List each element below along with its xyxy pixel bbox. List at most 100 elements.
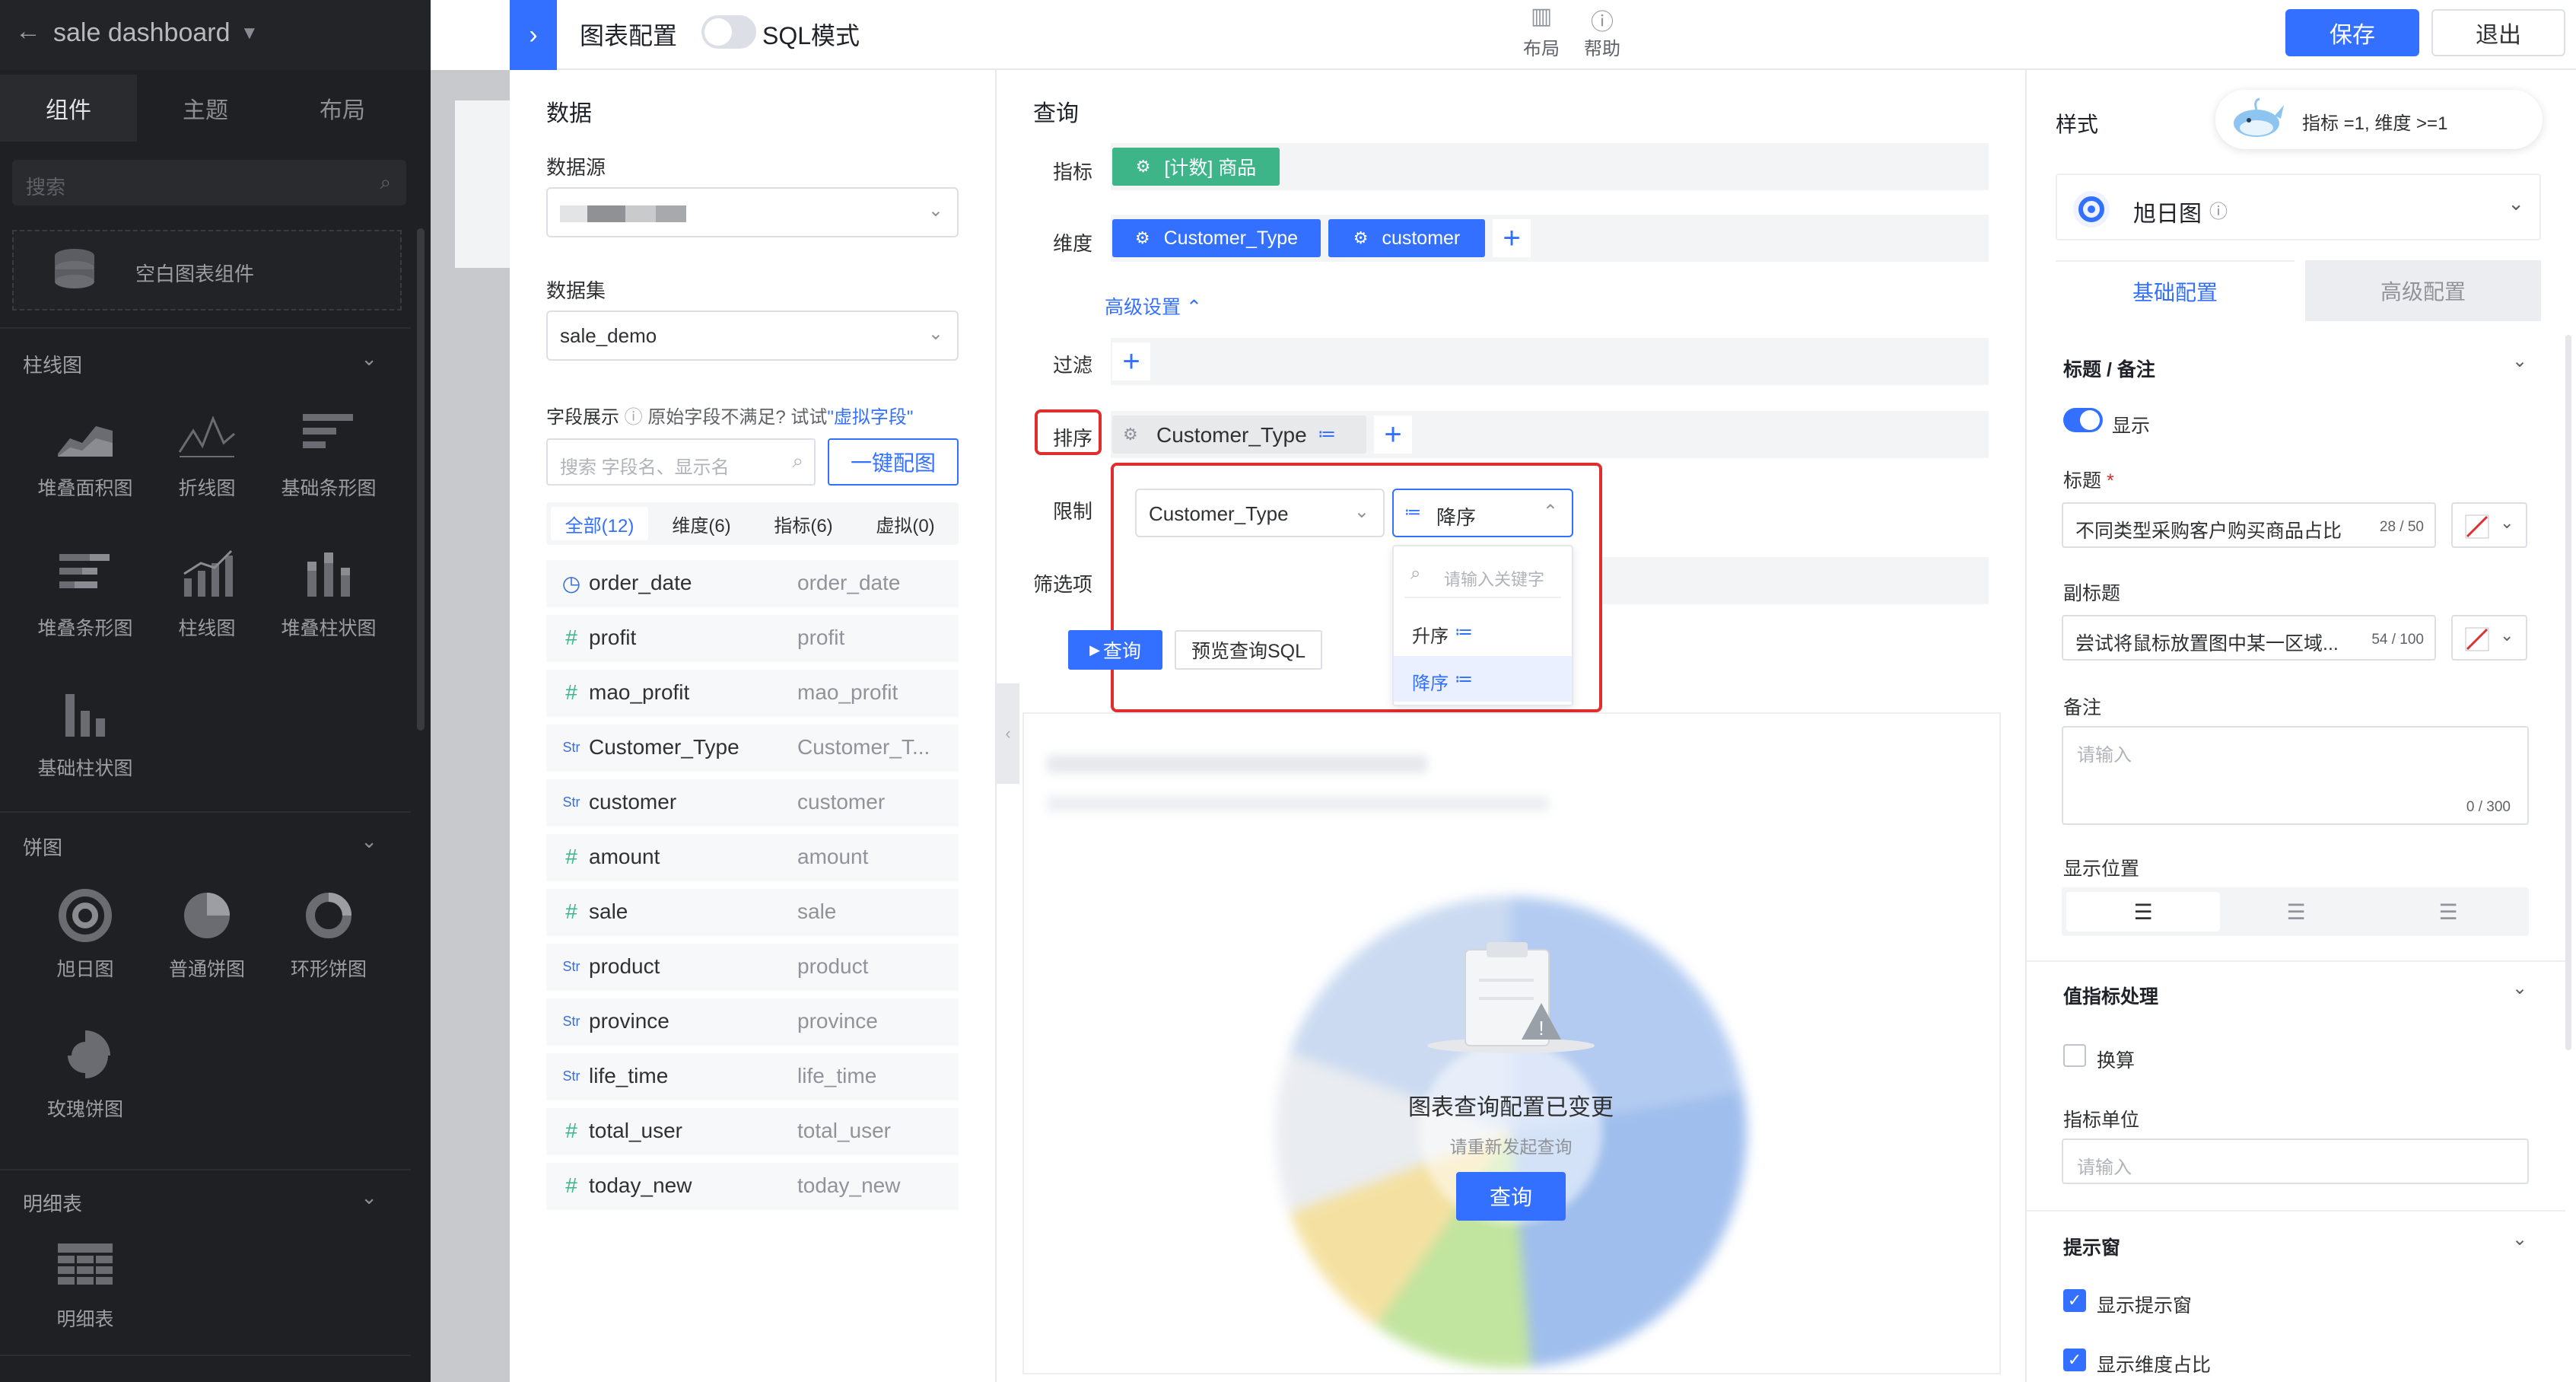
field-alias: product	[797, 954, 869, 978]
metric-unit-input[interactable]: 请输入	[2062, 1138, 2529, 1184]
subtitle-input[interactable]: 尝试将鼠标放置图中某一区域... 54 / 100	[2062, 615, 2436, 661]
group-bar-line[interactable]: 柱线图 ⌄	[0, 339, 408, 385]
field-name: amount	[589, 845, 660, 868]
dropdown-search-input[interactable]: ⌕ 请输入关键字	[1404, 557, 1561, 595]
tab-components[interactable]: 组件	[0, 75, 137, 142]
tab-basic-config[interactable]: 基础配置	[2056, 260, 2295, 321]
field-row-province[interactable]: Str province province	[546, 998, 959, 1046]
layout-button[interactable]: ▥ 布局	[1519, 3, 1564, 64]
field-row-life-time[interactable]: Str life_time life_time	[546, 1053, 959, 1100]
expand-panel-button[interactable]: ›	[510, 0, 557, 70]
field-row-profit[interactable]: # profit profit	[546, 615, 959, 662]
one-click-chart-button[interactable]: 一键配图	[828, 438, 959, 486]
blank-chart-component[interactable]: 空白图表组件	[12, 230, 402, 310]
metric-pill[interactable]: ⚙ [计数] 商品	[1112, 148, 1280, 186]
chart-line[interactable]: 折线图	[146, 408, 268, 522]
group-pie[interactable]: 饼图 ⌄	[0, 822, 408, 868]
chart-donut[interactable]: 环形饼图	[268, 889, 390, 1003]
value-metric-section[interactable]: 值指标处理	[2063, 982, 2158, 1009]
chart-stacked-column[interactable]: 堆叠柱状图	[268, 548, 390, 662]
field-row-mao-profit[interactable]: # mao_profit mao_profit	[546, 670, 959, 717]
field-row-today-new[interactable]: # today_new today_new	[546, 1163, 959, 1210]
field-row-sale[interactable]: # sale sale	[546, 889, 959, 936]
filter-drop-zone[interactable]	[1111, 338, 1989, 385]
chart-type-select[interactable]: 旭日图 ⓘ ⌄	[2056, 174, 2541, 240]
sort-pill[interactable]: ⚙ Customer_Type ≔	[1112, 416, 1366, 454]
field-row-customer-type[interactable]: Str Customer_Type Customer_T...	[546, 724, 959, 772]
align-left-icon[interactable]: ☰	[2066, 892, 2220, 931]
field-row-order-date[interactable]: ◷ order_date order_date	[546, 560, 959, 607]
chart-basic-bar-horizontal[interactable]: 基础条形图	[268, 408, 390, 522]
tab-layout[interactable]: 布局	[274, 75, 411, 142]
dimension-pill-customer[interactable]: ⚙ customer	[1328, 219, 1485, 257]
chart-stacked-bar-horizontal[interactable]: 堆叠条形图	[24, 548, 146, 662]
add-sort-button[interactable]: +	[1374, 416, 1412, 454]
masked-datasource-value	[560, 205, 686, 222]
advanced-settings-link[interactable]: 高级设置 ⌃	[1105, 292, 1202, 320]
datasource-select[interactable]: ⌄	[546, 187, 959, 237]
chevron-down-icon[interactable]: ⌄	[2512, 977, 2527, 999]
subtitle-color-picker[interactable]: ⌄	[2451, 615, 2527, 661]
filter-tab-dimension[interactable]: 维度(6)	[653, 507, 750, 540]
title-note-section[interactable]: 标题 / 备注	[2063, 355, 2155, 382]
sort-order-select[interactable]: ≔ 降序 ⌃	[1392, 489, 1573, 537]
chart-detail-table[interactable]: 明细表	[24, 1239, 146, 1353]
virtual-field-link[interactable]: "虚拟字段"	[827, 407, 913, 428]
back-arrow-icon[interactable]: ←	[15, 17, 41, 46]
tooltip-section[interactable]: 提示窗	[2063, 1233, 2120, 1260]
limit-field-select[interactable]: Customer_Type ⌄	[1135, 489, 1385, 537]
chevron-down-icon: ⌄	[927, 200, 943, 221]
chart-basic-column[interactable]: 基础柱状图	[24, 688, 146, 802]
help-button[interactable]: ⓘ 帮助	[1579, 3, 1625, 64]
save-button[interactable]: 保存	[2285, 9, 2419, 56]
dataset-select[interactable]: sale_demo ⌄	[546, 310, 959, 361]
field-row-product[interactable]: Str product product	[546, 944, 959, 991]
dashboard-title[interactable]: sale dashboard	[53, 18, 231, 48]
style-panel-scrollbar[interactable]	[2565, 335, 2571, 1050]
chevron-down-icon[interactable]: ⌄	[2512, 1228, 2527, 1250]
align-center-icon[interactable]: ☰	[2220, 892, 2372, 931]
chart-sunburst[interactable]: 旭日图	[24, 889, 146, 1003]
group-detail[interactable]: 明细表 ⌄	[0, 1178, 408, 1224]
chart-rose[interactable]: 玫瑰饼图	[24, 1029, 146, 1143]
tab-advanced-config[interactable]: 高级配置	[2305, 260, 2541, 321]
run-query-button[interactable]: ▶ 查询	[1068, 630, 1162, 670]
add-dimension-button[interactable]: +	[1493, 219, 1531, 257]
field-search-input[interactable]: 搜索 字段名、显示名 ⌕	[546, 438, 816, 486]
chart-bar-line[interactable]: 柱线图	[146, 548, 268, 662]
title-char-count: 28 / 50	[2379, 519, 2424, 535]
show-tooltip-checkbox[interactable]: ✓	[2063, 1289, 2086, 1312]
show-title-toggle[interactable]	[2063, 408, 2103, 432]
preview-sql-button[interactable]: 预览查询SQL	[1175, 630, 1322, 670]
title-input[interactable]: 不同类型采购客户购买商品占比 28 / 50	[2062, 502, 2436, 548]
add-filter-button[interactable]: +	[1112, 342, 1150, 381]
filter-tab-metric[interactable]: 指标(6)	[755, 507, 852, 540]
field-row-amount[interactable]: # amount amount	[546, 834, 959, 881]
filter-tab-all[interactable]: 全部(12)	[551, 507, 648, 540]
dimension-pill-customer-type[interactable]: ⚙ Customer_Type	[1112, 219, 1321, 257]
tab-theme[interactable]: 主题	[137, 75, 274, 142]
dropdown-option-asc[interactable]: 升序 ≔	[1394, 609, 1572, 654]
note-textarea[interactable]: 请输入 0 / 300	[2062, 726, 2529, 825]
show-dimension-ratio-checkbox[interactable]: ✓	[2063, 1349, 2086, 1371]
title-color-picker[interactable]: ⌄	[2451, 502, 2527, 548]
collapse-handle[interactable]: ‹	[997, 683, 1019, 784]
chevron-down-icon[interactable]: ⌄	[2512, 350, 2527, 372]
left-scrollbar[interactable]	[417, 228, 425, 731]
align-right-icon[interactable]: ☰	[2372, 892, 2524, 931]
sort-order-value: 降序	[1436, 506, 1477, 529]
exit-button[interactable]: 退出	[2431, 9, 2565, 56]
preview-run-query-button[interactable]: 查询	[1456, 1172, 1566, 1221]
show-dimension-ratio-label: 显示维度占比	[2097, 1355, 2212, 1376]
dropdown-option-desc[interactable]: 降序 ≔	[1394, 656, 1572, 702]
chart-stacked-area[interactable]: 堆叠面积图	[24, 408, 146, 522]
field-row-total-user[interactable]: # total_user total_user	[546, 1108, 959, 1155]
convert-checkbox[interactable]	[2063, 1044, 2086, 1067]
component-search-input[interactable]: 搜索 ⌕	[12, 160, 406, 205]
sql-mode-toggle[interactable]	[701, 15, 756, 49]
chevron-down-icon[interactable]: ▼	[240, 23, 259, 44]
dashboard-header: ← sale dashboard ▼	[0, 0, 431, 70]
filter-tab-virtual[interactable]: 虚拟(0)	[857, 507, 954, 540]
field-row-customer[interactable]: Str customer customer	[546, 779, 959, 826]
chart-pie[interactable]: 普通饼图	[146, 889, 268, 1003]
